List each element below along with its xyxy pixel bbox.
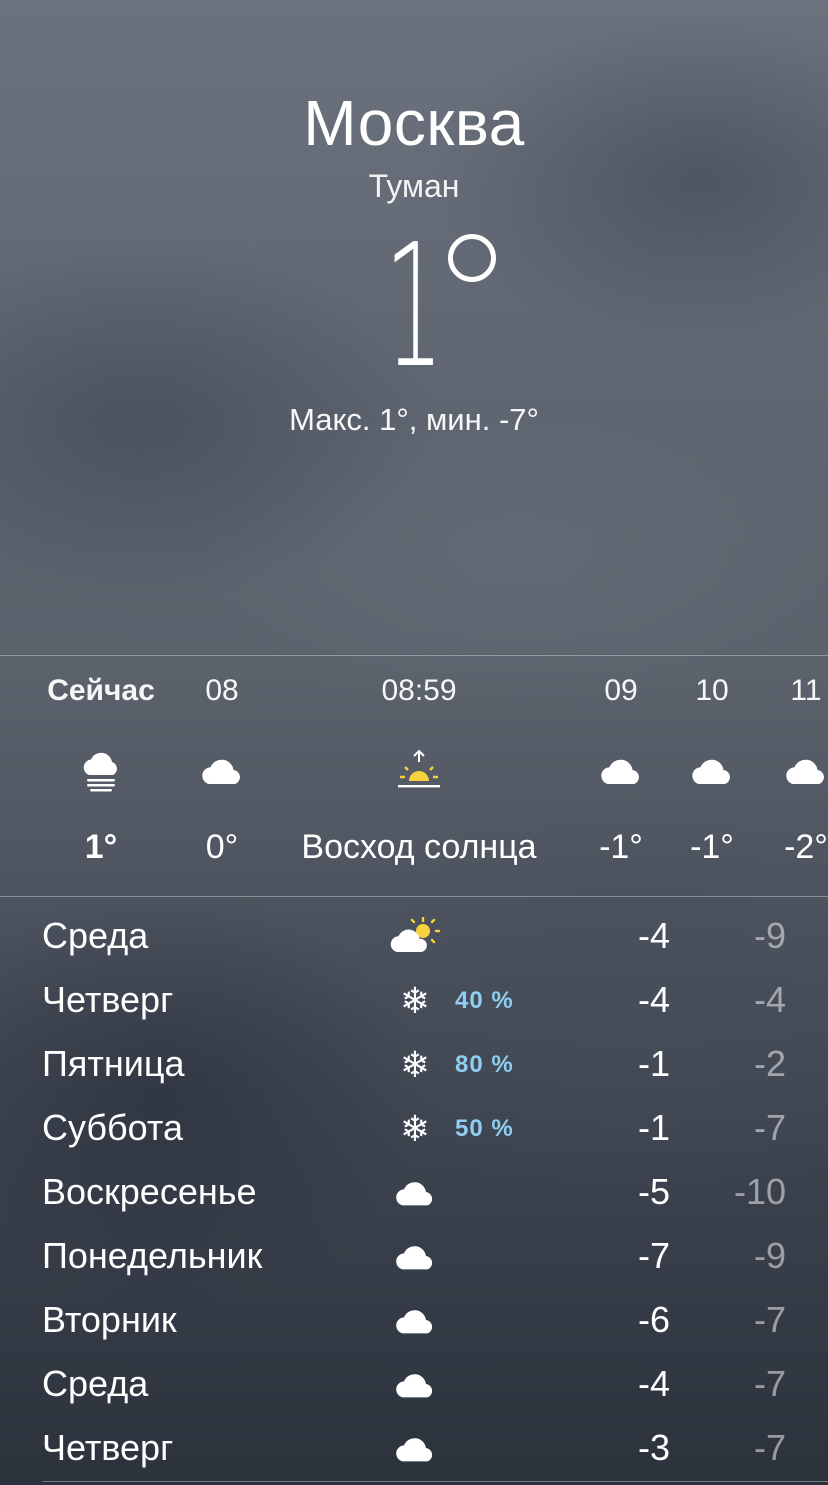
day-max-temp: -6 xyxy=(637,1299,670,1340)
day-max-temp: -3 xyxy=(637,1427,670,1468)
daily-row: Суббота ❄ 50 % -1 -7 xyxy=(0,1097,828,1161)
day-min-temp: -4 xyxy=(753,979,786,1020)
city-name: Москва xyxy=(303,87,525,159)
daily-row: Среда -4 -9 xyxy=(0,905,828,969)
day-name: Среда xyxy=(42,915,149,956)
day-name: Среда xyxy=(42,1363,149,1404)
day-max-temp: -4 xyxy=(637,979,670,1020)
snowflake-icon: ❄ xyxy=(399,1108,431,1149)
cloud-icon xyxy=(726,746,828,796)
current-condition: Туман xyxy=(368,168,460,204)
day-min-temp: -7 xyxy=(753,1363,786,1404)
divider-middle xyxy=(0,896,828,897)
hour-temp: Восход солнца xyxy=(301,828,537,866)
day-name: Суббота xyxy=(42,1107,183,1148)
cloud-icon xyxy=(388,1299,442,1343)
divider-bottom xyxy=(42,1481,828,1482)
hour-temp: -2° xyxy=(784,828,828,866)
partly-sunny-icon xyxy=(388,915,442,959)
day-name: Понедельник xyxy=(42,1235,263,1276)
day-min-temp: -7 xyxy=(753,1299,786,1340)
high-low-temperature: Макс. 1°, мин. -7° xyxy=(289,402,539,437)
day-name: Четверг xyxy=(42,979,174,1020)
precipitation-chance: 50 % xyxy=(455,1115,514,1142)
day-max-temp: -4 xyxy=(637,915,670,956)
day-name: Пятница xyxy=(42,1043,185,1084)
cloud-icon xyxy=(388,1235,442,1279)
hourly-forecast[interactable]: Сейчас 1° 08 0° 08:59 Восход солнца 09 -… xyxy=(0,656,828,896)
day-min-temp: -7 xyxy=(753,1427,786,1468)
hourly-item-sunrise: 08:59 Восход солнца xyxy=(259,656,579,896)
precipitation-chance: 80 % xyxy=(455,1051,514,1078)
daily-row: Воскресенье -5 -10 xyxy=(0,1161,828,1225)
snowflake-icon: ❄ xyxy=(399,980,431,1021)
daily-row: Четверг -3 -7 xyxy=(0,1417,828,1481)
day-max-temp: -4 xyxy=(637,1363,670,1404)
precipitation-chance: 40 % xyxy=(455,987,514,1014)
daily-row: Среда -4 -7 xyxy=(0,1353,828,1417)
snowflake-icon: ❄ xyxy=(399,1044,431,1085)
day-min-temp: -9 xyxy=(753,1235,786,1276)
daily-forecast[interactable]: Среда -4 -9 Четверг ❄ 40 % -4 -4 Пятница… xyxy=(0,905,828,1481)
day-name: Вторник xyxy=(42,1299,177,1340)
cloud-icon xyxy=(388,1427,442,1471)
day-max-temp: -1 xyxy=(637,1043,670,1084)
cloud-icon xyxy=(388,1363,442,1407)
day-max-temp: -7 xyxy=(637,1235,670,1276)
daily-row: Пятница ❄ 80 % -1 -2 xyxy=(0,1033,828,1097)
sunrise-icon xyxy=(259,746,579,796)
cloud-icon xyxy=(388,1171,442,1215)
hour-time: 08:59 xyxy=(381,674,457,707)
degree-symbol xyxy=(448,234,496,282)
hour-time: 11 xyxy=(790,674,822,707)
day-name: Воскресенье xyxy=(42,1171,257,1212)
day-max-temp: -5 xyxy=(637,1171,670,1212)
daily-row: Вторник -6 -7 xyxy=(0,1289,828,1353)
daily-row: Понедельник -7 -9 xyxy=(0,1225,828,1289)
day-max-temp: -1 xyxy=(637,1107,670,1148)
day-min-temp: -10 xyxy=(733,1171,786,1212)
current-temperature: 1 xyxy=(0,212,828,402)
day-min-temp: -9 xyxy=(753,915,786,956)
day-name: Четверг xyxy=(42,1427,174,1468)
daily-row: Четверг ❄ 40 % -4 -4 xyxy=(0,969,828,1033)
day-min-temp: -2 xyxy=(753,1043,786,1084)
current-temperature-value: 1 xyxy=(384,208,444,406)
hourly-item: 11 -2° xyxy=(726,656,828,896)
current-weather-header: Москва Туман 1 Макс. 1°, мин. -7° xyxy=(0,0,828,655)
day-min-temp: -7 xyxy=(753,1107,786,1148)
